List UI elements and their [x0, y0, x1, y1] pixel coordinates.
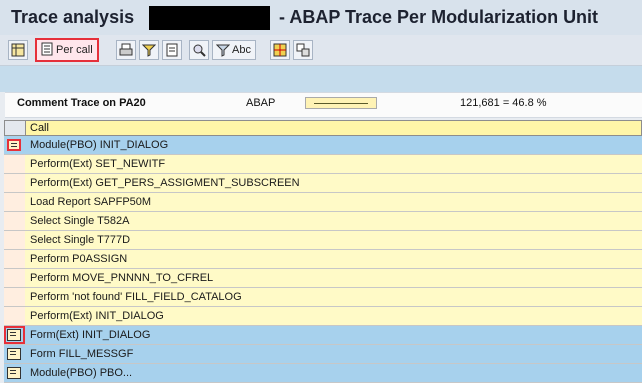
header-gutter: [5, 121, 26, 135]
summary-progress-bar: [305, 97, 377, 109]
table-row[interactable]: Perform P0ASSIGN: [4, 250, 642, 269]
summary-progress-fill: [314, 103, 368, 104]
header-band: [0, 66, 642, 92]
grid-icon[interactable]: [270, 40, 290, 60]
row-gutter: [4, 250, 26, 268]
hierarchy-icon[interactable]: [8, 40, 28, 60]
summary-label: Comment Trace on PA20: [17, 97, 146, 109]
row-label: Load Report SAPFP50M: [30, 196, 152, 208]
summary-value: 121,681 = 46.8 %: [460, 97, 547, 109]
table-row[interactable]: Perform(Ext) INIT_DIALOG: [4, 307, 642, 326]
table-row[interactable]: Module(PBO) PBO...: [4, 364, 642, 383]
expand-row-icon[interactable]: [7, 348, 21, 360]
find-icon[interactable]: [189, 40, 209, 60]
row-gutter: [4, 231, 26, 249]
table-row[interactable]: Perform(Ext) GET_PERS_ASSIGMENT_SUBSCREE…: [4, 174, 642, 193]
row-label: Perform(Ext) INIT_DIALOG: [30, 310, 164, 322]
table-row[interactable]: Perform MOVE_PNNNN_TO_CFREL: [4, 269, 642, 288]
expand-row-icon[interactable]: [7, 329, 21, 341]
call-table: Call Module(PBO) INIT_DIALOG Perform(Ext)…: [4, 120, 642, 383]
row-label: Select Single T777D: [30, 234, 131, 246]
table-row[interactable]: Perform 'not found' FILL_FIELD_CATALOG: [4, 288, 642, 307]
print-icon[interactable]: [116, 40, 136, 60]
row-gutter: [4, 174, 26, 192]
row-label: Perform 'not found' FILL_FIELD_CATALOG: [30, 291, 242, 303]
table-row[interactable]: Select Single T777D: [4, 231, 642, 250]
row-label: Module(PBO) INIT_DIALOG: [30, 139, 169, 151]
export-icon[interactable]: [162, 40, 182, 60]
row-label: Form FILL_MESSGF: [30, 348, 134, 360]
layout-icon[interactable]: [293, 40, 313, 60]
table-row[interactable]: Select Single T582A: [4, 212, 642, 231]
window-title-suffix: - ABAP Trace Per Modularization Unit: [279, 7, 599, 27]
window-title: Trace analysis: [11, 7, 135, 27]
row-gutter: [4, 288, 26, 306]
expand-row-icon[interactable]: [7, 139, 21, 151]
expand-row-icon[interactable]: [7, 367, 21, 379]
row-label: Module(PBO) PBO...: [30, 367, 133, 379]
sort-abc-button[interactable]: Abc: [212, 40, 256, 60]
row-label: Perform(Ext) SET_NEWITF: [30, 158, 166, 170]
header-call: Call: [30, 122, 49, 134]
row-label: Perform MOVE_PNNNN_TO_CFREL: [30, 272, 214, 284]
row-label: Perform(Ext) GET_PERS_ASSIGMENT_SUBSCREE…: [30, 177, 300, 189]
sort-abc-label: Abc: [232, 44, 251, 56]
row-gutter: [4, 269, 26, 287]
summary-kind: ABAP: [246, 97, 276, 109]
table-row[interactable]: Module(PBO) INIT_DIALOG: [4, 136, 642, 155]
row-gutter: [4, 212, 26, 230]
row-gutter: [4, 155, 26, 173]
filter-icon[interactable]: [139, 40, 159, 60]
table-row[interactable]: Form FILL_MESSGF: [4, 345, 642, 364]
row-label: Select Single T582A: [30, 215, 130, 227]
redacted-block: [149, 6, 270, 30]
table-header: Call: [4, 120, 642, 136]
table-row[interactable]: Perform(Ext) SET_NEWITF: [4, 155, 642, 174]
row-gutter: [4, 307, 26, 325]
row-label: Perform P0ASSIGN: [30, 253, 128, 265]
per-call-label: Per call: [56, 44, 93, 56]
per-call-button[interactable]: Per call: [35, 38, 99, 62]
table-row[interactable]: Form(Ext) INIT_DIALOG: [4, 326, 642, 345]
row-label: Form(Ext) INIT_DIALOG: [30, 329, 151, 341]
summary-row: Comment Trace on PA20 ABAP 121,681 = 46.…: [5, 92, 642, 118]
table-row[interactable]: Load Report SAPFP50M: [4, 193, 642, 212]
row-gutter: [4, 193, 26, 211]
title-bar: Trace analysis - ABAP Trace Per Modulari…: [0, 0, 642, 35]
